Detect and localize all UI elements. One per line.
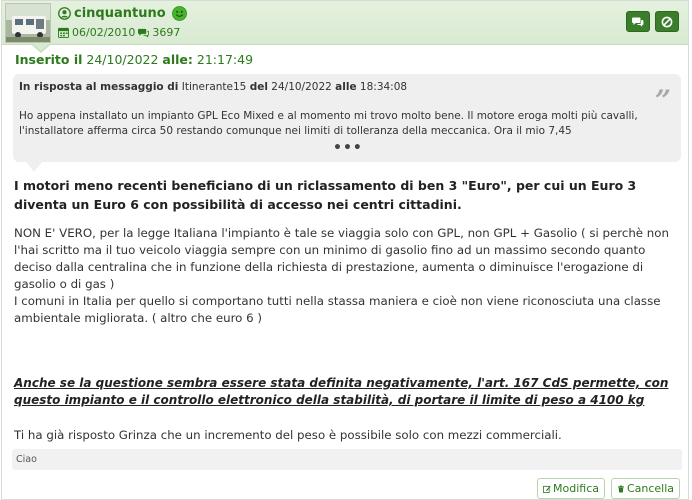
quoted-highlight-text: I motori meno recenti beneficiano di un … <box>14 178 637 212</box>
edit-button-label: Modifica <box>553 482 599 495</box>
online-status-smiley-icon <box>171 6 187 21</box>
forum-post: cinquantuno 06/02/2010 3697 Inserito il … <box>1 0 689 500</box>
quote-intro: In risposta al messaggio di <box>19 81 179 93</box>
ban-user-button[interactable] <box>655 11 679 32</box>
comments-icon <box>138 28 150 38</box>
username[interactable]: cinquantuno <box>74 6 166 21</box>
quote-date-label: del <box>249 81 268 93</box>
posted-date: 24/10/2022 <box>86 52 159 67</box>
quote-header: In risposta al messaggio di Itinerante15… <box>19 81 407 93</box>
posted-time: 21:17:49 <box>196 52 254 67</box>
calendar-icon <box>58 27 69 38</box>
posted-label: Inserito il <box>15 52 83 67</box>
trash-icon <box>617 485 624 492</box>
reply-text: Ti ha già risposto Grinza che un increme… <box>14 428 562 442</box>
quote-time: 18:34:08 <box>359 81 408 93</box>
author-meta: 06/02/2010 3697 <box>58 25 180 39</box>
comments-icon <box>632 17 644 27</box>
quote-time-label: alle <box>335 81 357 93</box>
user-circle-icon <box>58 7 71 20</box>
post-timestamp: Inserito il 24/10/2022 alle: 21:17:49 <box>15 52 253 67</box>
ban-icon <box>661 16 673 27</box>
username-line: cinquantuno <box>58 5 187 22</box>
quoted-message: In risposta al messaggio di Itinerante15… <box>13 74 681 162</box>
delete-button[interactable]: Cancella <box>611 478 680 499</box>
post-header: cinquantuno 06/02/2010 3697 <box>2 1 688 45</box>
delete-button-label: Cancella <box>626 482 674 495</box>
body-paragraph: NON E' VERO, per la legge Italiana l'imp… <box>14 226 669 291</box>
expand-quote-button[interactable]: ••• <box>333 140 363 156</box>
quote-text: Ho appena installato un impianto GPL Eco… <box>19 110 638 137</box>
signature: Ciao <box>12 449 682 470</box>
avatar[interactable] <box>5 3 51 43</box>
quote-date: 24/10/2022 <box>271 81 332 93</box>
underlined-quote-text: Anche se la questione sembra essere stat… <box>14 376 669 407</box>
quote-pointer <box>26 162 42 172</box>
posted-time-label: alle: <box>162 52 193 67</box>
body-paragraph-2: I comuni in Italia per quello si comport… <box>14 294 661 325</box>
message-count: 3697 <box>152 25 181 39</box>
edit-icon <box>543 485 551 493</box>
quoted-user[interactable]: Itinerante15 <box>182 81 247 93</box>
registration-date: 06/02/2010 <box>72 25 136 39</box>
private-message-button[interactable] <box>626 11 650 32</box>
edit-button[interactable]: Modifica <box>537 478 605 499</box>
post-body-text: NON E' VERO, per la legge Italiana l'imp… <box>14 225 686 327</box>
